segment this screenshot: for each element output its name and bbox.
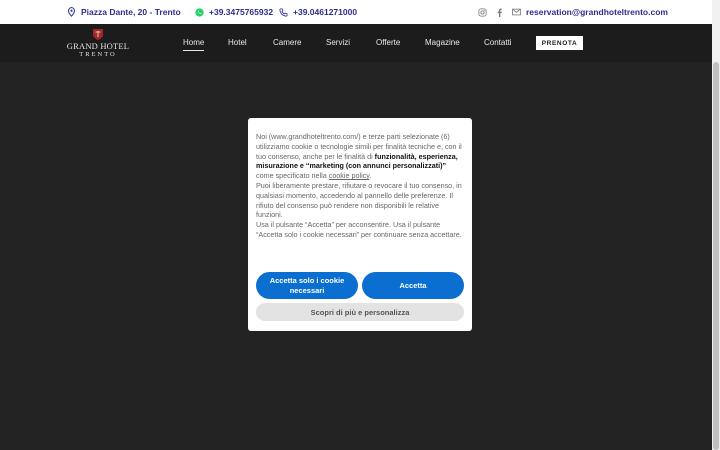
cookie-button-row: Accetta solo i cookie necessari Accetta	[256, 272, 464, 299]
logo-line2: TRENTO	[79, 51, 117, 58]
email-address: reservation@grandhoteltrento.com	[526, 7, 668, 17]
nav-hotel[interactable]: Hotel	[228, 38, 247, 47]
cookie-policy-link[interactable]: cookie policy	[329, 171, 370, 180]
prenota-button[interactable]: PRENOTA	[536, 36, 583, 50]
nav-contatti[interactable]: Contatti	[484, 38, 512, 47]
main-header: GRAND HOTEL TRENTO Home Hotel Camere Ser…	[0, 24, 712, 62]
phone-number: +39.0461271000	[293, 7, 358, 17]
crest-icon	[93, 29, 103, 40]
nav-servizi[interactable]: Servizi	[326, 38, 350, 47]
instagram-icon	[478, 7, 487, 17]
scrollbar-thumb[interactable]	[713, 62, 719, 450]
whatsapp-item[interactable]: +39.3475765932	[195, 0, 273, 24]
nav-camere[interactable]: Camere	[273, 38, 301, 47]
phone-item[interactable]: +39.0461271000	[279, 0, 357, 24]
nav-offerte[interactable]: Offerte	[376, 38, 400, 47]
hotel-logo[interactable]: GRAND HOTEL TRENTO	[66, 27, 130, 59]
whatsapp-icon	[195, 7, 204, 17]
cookie-text-buttons: Usa il pulsante “Accetta” per acconsenti…	[256, 220, 462, 239]
address-text: Piazza Dante, 20 - Trento	[81, 7, 181, 17]
logo-line1: GRAND HOTEL	[66, 41, 130, 51]
accept-necessary-button[interactable]: Accetta solo i cookie necessari	[256, 272, 358, 299]
top-info-bar: Piazza Dante, 20 - Trento +39.3475765932…	[0, 0, 712, 24]
facebook-link[interactable]	[496, 0, 503, 24]
map-pin-icon	[67, 7, 76, 17]
nav-magazine[interactable]: Magazine	[425, 38, 460, 47]
email-item[interactable]: reservation@grandhoteltrento.com	[512, 0, 668, 24]
whatsapp-number: +39.3475765932	[209, 7, 274, 17]
cookie-text-period: .	[369, 171, 372, 181]
nav-home[interactable]: Home	[183, 38, 205, 51]
cookie-text-ref: come specificato nella	[256, 171, 329, 181]
instagram-link[interactable]	[478, 0, 487, 24]
address-item[interactable]: Piazza Dante, 20 - Trento	[67, 0, 181, 24]
accept-button[interactable]: Accetta	[362, 272, 464, 299]
cookie-text-consent: Puoi liberamente prestare, rifiutare o r…	[256, 180, 462, 220]
cookie-notice-text: Noi (www.grandhoteltrento.com/) e terze …	[256, 132, 464, 240]
facebook-icon	[497, 8, 502, 17]
mail-icon	[512, 8, 521, 16]
page-scrollbar[interactable]	[712, 0, 720, 450]
cookie-consent-dialog: Noi (www.grandhoteltrento.com/) e terze …	[248, 118, 472, 331]
customize-button[interactable]: Scopri di più e personalizza	[256, 303, 464, 321]
phone-icon	[279, 7, 288, 17]
